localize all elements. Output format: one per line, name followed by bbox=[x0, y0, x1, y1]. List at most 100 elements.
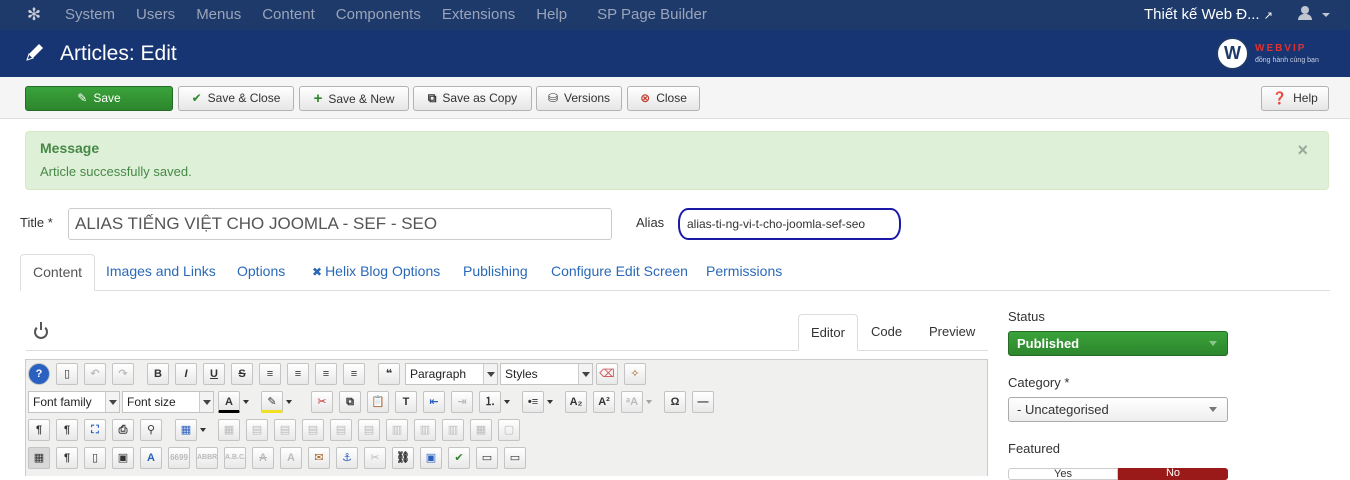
anchor-icon[interactable]: ⚓ bbox=[336, 447, 358, 469]
delete-table-icon[interactable]: ▦ bbox=[218, 419, 240, 441]
print-icon[interactable]: ⎙ bbox=[112, 419, 134, 441]
align-center-icon[interactable]: ≡ bbox=[287, 363, 309, 385]
fullscreen-icon[interactable]: ⛶ bbox=[84, 419, 106, 441]
font-family-select[interactable]: Font family bbox=[28, 391, 120, 413]
tab-code[interactable]: Code bbox=[871, 314, 902, 351]
close-icon[interactable]: × bbox=[1297, 140, 1308, 161]
horizontal-rule-icon[interactable]: — bbox=[692, 391, 714, 413]
numbered-list-dropdown[interactable] bbox=[502, 391, 513, 413]
site-link[interactable]: Thiết kế Web Đ... ↗ bbox=[1144, 0, 1273, 30]
paste-icon[interactable]: 📋 bbox=[367, 391, 389, 413]
menu-system[interactable]: System bbox=[65, 0, 115, 30]
indent-icon[interactable]: ⇥ bbox=[451, 391, 473, 413]
merge-cells-icon[interactable]: ▢ bbox=[498, 419, 520, 441]
tab-permissions[interactable]: Permissions bbox=[706, 254, 782, 291]
attributes-icon[interactable]: ✉ bbox=[308, 447, 330, 469]
user-icon[interactable] bbox=[1298, 6, 1312, 22]
font-size-select[interactable]: Font size bbox=[122, 391, 214, 413]
save-new-button[interactable]: + Save & New bbox=[299, 86, 409, 111]
bullet-list-dropdown[interactable] bbox=[545, 391, 556, 413]
cite-icon[interactable]: 6699 bbox=[168, 447, 190, 469]
featured-yes-button[interactable]: Yes bbox=[1008, 468, 1118, 480]
row-props-icon[interactable]: ▤ bbox=[302, 419, 324, 441]
layer-icon[interactable]: ▣ bbox=[112, 447, 134, 469]
paragraph-icon[interactable]: ¶ bbox=[56, 447, 78, 469]
strikethrough-icon[interactable]: S bbox=[231, 363, 253, 385]
versions-button[interactable]: ⛁ Versions bbox=[536, 86, 622, 111]
highlight-icon[interactable]: ✎ bbox=[261, 391, 283, 413]
spellcheck-dropdown[interactable] bbox=[644, 391, 655, 413]
copy-text-icon[interactable]: ⧉ bbox=[339, 391, 361, 413]
italic-icon[interactable]: I bbox=[175, 363, 197, 385]
close-button[interactable]: ⊗ Close bbox=[627, 86, 700, 111]
delete-col-icon[interactable]: ▥ bbox=[442, 419, 464, 441]
row-after-icon[interactable]: ▤ bbox=[274, 419, 296, 441]
bold-icon[interactable]: B bbox=[147, 363, 169, 385]
delete-row-icon[interactable]: ▤ bbox=[358, 419, 380, 441]
text-color-icon[interactable]: A bbox=[218, 391, 240, 413]
menu-components[interactable]: Components bbox=[336, 0, 421, 30]
menu-sp-page-builder[interactable]: SP Page Builder bbox=[597, 0, 707, 30]
help-button[interactable]: ❓ Help bbox=[1261, 86, 1329, 111]
help-icon[interactable]: ? bbox=[28, 363, 50, 385]
save-button[interactable]: ✎ Save bbox=[25, 86, 173, 111]
redo-icon[interactable]: ↷ bbox=[112, 363, 134, 385]
subscript-icon[interactable]: A₂ bbox=[565, 391, 587, 413]
menu-help[interactable]: Help bbox=[536, 0, 567, 30]
tab-options[interactable]: Options bbox=[237, 254, 285, 291]
featured-no-button[interactable]: No bbox=[1118, 468, 1228, 480]
superscript-icon[interactable]: A² bbox=[593, 391, 615, 413]
clean-up-icon[interactable]: ✧ bbox=[624, 363, 646, 385]
tab-preview[interactable]: Preview bbox=[929, 314, 975, 351]
menu-content[interactable]: Content bbox=[262, 0, 315, 30]
link-icon[interactable]: ⛓ bbox=[392, 447, 414, 469]
cut-icon[interactable]: ✂ bbox=[311, 391, 333, 413]
align-right-icon[interactable]: ≡ bbox=[343, 363, 365, 385]
row-before-icon[interactable]: ▤ bbox=[246, 419, 268, 441]
align-left-icon[interactable]: ≡ bbox=[315, 363, 337, 385]
split-cells-icon[interactable]: ▦ bbox=[470, 419, 492, 441]
save-close-button[interactable]: ✔ Save & Close bbox=[178, 86, 294, 111]
spellcheck-abc-icon[interactable]: ✔ bbox=[448, 447, 470, 469]
acronym-icon[interactable]: A.B.C. bbox=[224, 447, 246, 469]
tab-publishing[interactable]: Publishing bbox=[463, 254, 528, 291]
tab-images-links[interactable]: Images and Links bbox=[106, 254, 216, 291]
readmore-icon[interactable]: ▭ bbox=[504, 447, 526, 469]
title-field[interactable]: ALIAS TIẾNG VIỆT CHO JOOMLA - SEF - SEO bbox=[68, 208, 612, 240]
col-before-icon[interactable]: ▥ bbox=[386, 419, 408, 441]
tab-content[interactable]: Content bbox=[20, 254, 96, 291]
template-icon[interactable]: ▯ bbox=[84, 447, 106, 469]
save-as-copy-button[interactable]: ⧉ Save as Copy bbox=[413, 86, 532, 111]
unlink-icon[interactable]: ✂ bbox=[364, 447, 386, 469]
special-character-icon[interactable]: Ω bbox=[664, 391, 686, 413]
image-icon[interactable]: ▣ bbox=[420, 447, 442, 469]
tab-helix-blog-options[interactable]: ✖ Helix Blog Options bbox=[312, 254, 440, 291]
table-dropdown[interactable] bbox=[198, 419, 209, 441]
del-icon[interactable]: A bbox=[252, 447, 274, 469]
eraser-icon[interactable]: ⌫ bbox=[596, 363, 618, 385]
menu-extensions[interactable]: Extensions bbox=[442, 0, 515, 30]
alias-field[interactable]: alias-ti-ng-vi-t-cho-joomla-sef-seo bbox=[678, 208, 901, 240]
pagebreak-icon[interactable]: ▭ bbox=[476, 447, 498, 469]
ltr-icon[interactable]: ¶ bbox=[28, 419, 50, 441]
highlight-dropdown[interactable] bbox=[284, 391, 295, 413]
category-select[interactable]: - Uncategorised bbox=[1008, 397, 1228, 422]
table-icon[interactable]: ▦ bbox=[175, 419, 197, 441]
chevron-down-icon[interactable] bbox=[1322, 13, 1330, 17]
numbered-list-icon[interactable]: ⒈ bbox=[479, 391, 501, 413]
col-after-icon[interactable]: ▥ bbox=[414, 419, 436, 441]
format-select[interactable]: Paragraph bbox=[405, 363, 498, 385]
spellcheck-icon[interactable]: ᵃA bbox=[621, 391, 643, 413]
outdent-icon[interactable]: ⇤ bbox=[423, 391, 445, 413]
menu-users[interactable]: Users bbox=[136, 0, 175, 30]
menu-menus[interactable]: Menus bbox=[196, 0, 241, 30]
bullet-list-icon[interactable]: •≡ bbox=[522, 391, 544, 413]
align-justify-icon[interactable]: ≡ bbox=[259, 363, 281, 385]
paste-text-icon[interactable]: T bbox=[395, 391, 417, 413]
new-document-icon[interactable]: ▯ bbox=[56, 363, 78, 385]
status-select[interactable]: Published bbox=[1008, 331, 1228, 356]
toggle-editor-icon[interactable] bbox=[34, 322, 48, 339]
rtl-icon[interactable]: ¶ bbox=[56, 419, 78, 441]
blockquote-icon[interactable]: ❝ bbox=[378, 363, 400, 385]
ins-icon[interactable]: A bbox=[280, 447, 302, 469]
